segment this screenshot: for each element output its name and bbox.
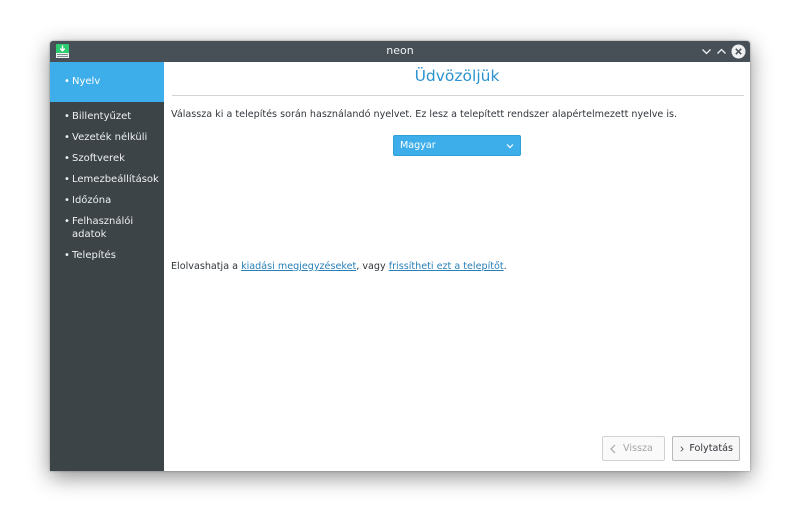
sidebar-item-label: Telepítés	[72, 250, 116, 261]
sidebar-item-vezetek-nelkuli[interactable]: • Vezeték nélküli	[50, 131, 164, 144]
installer-window: neon • Nyelv • Billentyűzet • Vezeték né…	[50, 41, 750, 471]
update-installer-link[interactable]: frissítheti ezt a telepítőt	[389, 261, 504, 272]
divider	[172, 95, 744, 96]
sidebar-item-label: Időzóna	[72, 195, 112, 206]
back-button-label: Vissza	[623, 443, 653, 454]
chevron-left-icon	[610, 444, 616, 453]
page-title: Üdvözöljük	[414, 67, 500, 85]
language-select[interactable]: Magyar	[393, 135, 521, 156]
window-title: neon	[386, 44, 414, 57]
bullet: •	[64, 153, 70, 164]
release-notes-line: Elolvashatja a kiadási megjegyzéseket, v…	[171, 261, 507, 272]
sidebar-item-label: Billentyűzet	[72, 111, 132, 122]
language-select-value: Magyar	[400, 140, 436, 151]
sidebar-item-nyelv[interactable]: • Nyelv	[50, 62, 164, 102]
chevron-right-icon	[680, 445, 684, 452]
sidebar-item-telepites[interactable]: • Telepítés	[50, 249, 164, 262]
sidebar-item-label: Szoftverek	[72, 153, 125, 164]
release-prefix: Elolvashatja a	[171, 261, 242, 272]
sidebar-item-idozona[interactable]: • Időzóna	[50, 194, 164, 207]
release-notes-link[interactable]: kiadási megjegyzéseket	[241, 261, 356, 272]
next-button-label: Folytatás	[689, 443, 733, 454]
bullet: •	[64, 76, 70, 87]
release-middle: , vagy	[356, 261, 389, 272]
sidebar-item-label: Felhasználói	[72, 216, 134, 227]
minimize-icon[interactable]	[699, 44, 714, 59]
sidebar-item-label-line2: adatok	[72, 229, 107, 240]
sidebar-item-label: Lemezbeállítások	[72, 174, 159, 185]
sidebar-item-lemezbeallitasok[interactable]: • Lemezbeállítások	[50, 173, 164, 186]
intro-text: Válassza ki a telepítés során használand…	[171, 109, 678, 120]
release-suffix: .	[503, 261, 507, 272]
title-bar[interactable]: neon	[50, 41, 750, 62]
close-icon[interactable]	[731, 44, 746, 59]
main-content: Üdvözöljük Válassza ki a telepítés során…	[164, 62, 750, 471]
sidebar-item-felhasznaloi-adatok[interactable]: • Felhasználói adatok	[50, 215, 164, 241]
bullet: •	[64, 111, 70, 122]
sidebar: • Nyelv • Billentyűzet • Vezeték nélküli…	[50, 62, 164, 471]
back-button[interactable]: Vissza	[602, 436, 665, 461]
bullet: •	[64, 216, 70, 227]
sidebar-item-label: Nyelv	[72, 76, 101, 87]
sidebar-item-billentyuzet[interactable]: • Billentyűzet	[50, 110, 164, 123]
sidebar-item-label: Vezeték nélküli	[72, 132, 148, 143]
bullet: •	[64, 250, 70, 261]
bullet: •	[64, 132, 70, 143]
next-button[interactable]: Folytatás	[672, 436, 740, 461]
chevron-down-icon	[506, 144, 514, 149]
bullet: •	[64, 195, 70, 206]
sidebar-item-szoftverek[interactable]: • Szoftverek	[50, 152, 164, 165]
bullet: •	[64, 174, 70, 185]
maximize-icon[interactable]	[714, 44, 729, 59]
